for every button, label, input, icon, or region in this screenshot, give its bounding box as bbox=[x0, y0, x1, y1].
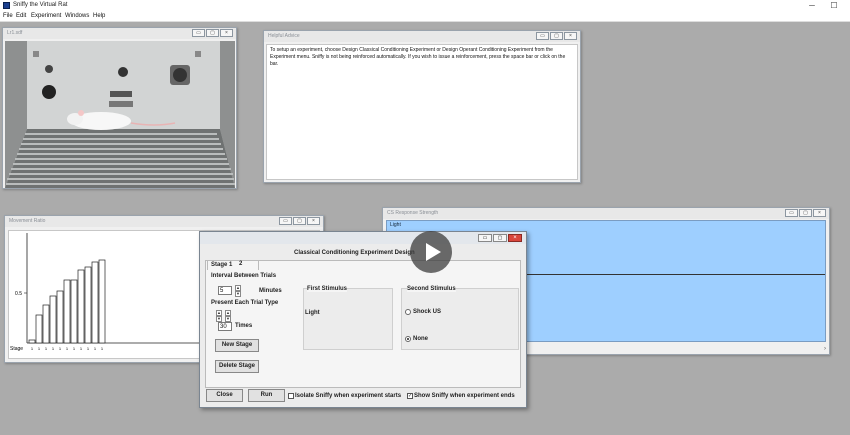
tab-stage-1[interactable]: Stage 1 bbox=[211, 262, 232, 268]
cage-illustration bbox=[5, 41, 235, 188]
isolate-label: Isolate Sniffy when experiment starts bbox=[295, 393, 402, 399]
menu-experiment[interactable]: Experiment bbox=[31, 13, 61, 19]
bar bbox=[63, 279, 71, 344]
bar bbox=[35, 314, 43, 344]
x-tick-label: 1 bbox=[38, 346, 41, 351]
restore-icon[interactable]: ▢ bbox=[206, 29, 219, 37]
times-field[interactable]: 30 bbox=[218, 322, 232, 331]
bar bbox=[42, 304, 50, 344]
close-icon[interactable]: × bbox=[307, 217, 320, 225]
cage-window[interactable]: Lr1.sdf ▭ ▢ × bbox=[2, 27, 237, 189]
advice-window-title: Helpful Advice bbox=[268, 33, 300, 39]
scroll-right-icon[interactable]: › bbox=[824, 346, 826, 352]
menu-edit[interactable]: Edit bbox=[16, 13, 26, 19]
show-checkbox[interactable]: ✓ bbox=[407, 393, 413, 399]
run-button[interactable]: Run bbox=[248, 389, 285, 402]
cs-window-title: CS Response Strength bbox=[387, 210, 439, 216]
bar bbox=[77, 269, 85, 344]
minutes-label: Minutes bbox=[259, 288, 282, 294]
classical-conditioning-dialog[interactable]: ▭ ▢ × Classical Conditioning Experiment … bbox=[199, 231, 527, 408]
menu-windows[interactable]: Windows bbox=[65, 13, 89, 19]
bar bbox=[91, 261, 99, 344]
bar bbox=[28, 339, 36, 344]
x-tick-label: 1 bbox=[59, 346, 62, 351]
close-icon[interactable]: × bbox=[813, 209, 826, 217]
restore-icon[interactable]: ▢ bbox=[550, 32, 563, 40]
helpful-advice-window[interactable]: Helpful Advice ▭ ▢ × To setup an experimen… bbox=[263, 30, 581, 183]
x-tick-label: 1 bbox=[80, 346, 83, 351]
close-icon[interactable]: × bbox=[220, 29, 233, 37]
minimize-button[interactable]: ─ bbox=[800, 0, 824, 12]
dialog-title: Classical Conditioning Experiment Design bbox=[294, 250, 415, 256]
app-icon bbox=[3, 2, 10, 9]
minimize-icon[interactable]: ▭ bbox=[279, 217, 292, 225]
bar bbox=[56, 290, 64, 344]
first-stimulus-value[interactable]: Light bbox=[305, 310, 320, 316]
x-tick-label: 1 bbox=[87, 346, 90, 351]
menu-file[interactable]: File bbox=[3, 13, 13, 19]
close-button[interactable]: Close bbox=[206, 389, 243, 402]
shock-us-label: Shock US bbox=[413, 309, 442, 315]
x-tick-label: 1 bbox=[66, 346, 69, 351]
maximize-button[interactable]: ☐ bbox=[822, 0, 846, 12]
tab-stage-2[interactable]: 2 bbox=[239, 261, 242, 267]
none-radio[interactable] bbox=[405, 336, 411, 342]
bar bbox=[70, 279, 78, 344]
x-tick-label: 1 bbox=[73, 346, 76, 351]
interval-label: Interval Between Trials bbox=[211, 273, 277, 279]
minimize-icon[interactable]: ▭ bbox=[478, 234, 492, 242]
bar bbox=[98, 259, 106, 344]
close-icon[interactable]: × bbox=[508, 234, 522, 242]
menu-bar: File Edit Experiment Windows Help bbox=[0, 12, 850, 22]
movement-window-titlebar[interactable]: Movement Ratio ▭ ▢ × bbox=[5, 216, 323, 227]
none-label: None bbox=[413, 336, 428, 342]
dialog-titlebar[interactable]: ▭ ▢ × bbox=[200, 232, 526, 244]
shock-us-radio[interactable] bbox=[405, 309, 411, 315]
cs-window-titlebar[interactable]: CS Response Strength ▭ ▢ × bbox=[383, 208, 829, 219]
y-tick-label: 0.5 bbox=[15, 291, 22, 297]
first-stimulus-title: First Stimulus bbox=[307, 286, 348, 292]
bar bbox=[84, 266, 92, 344]
movement-window-title: Movement Ratio bbox=[9, 218, 46, 224]
x-axis-label: Stage bbox=[10, 346, 23, 352]
rat-cage-view bbox=[5, 41, 235, 188]
interval-field[interactable]: 5 bbox=[218, 286, 232, 295]
restore-icon[interactable]: ▢ bbox=[799, 209, 812, 217]
restore-icon[interactable]: ▢ bbox=[293, 217, 306, 225]
times-label: Times bbox=[235, 323, 253, 329]
isolate-checkbox[interactable] bbox=[288, 393, 294, 399]
cage-window-title: Lr1.sdf bbox=[7, 30, 23, 36]
x-tick-label: 1 bbox=[45, 346, 48, 351]
app-title: Sniffy the Virtual Rat bbox=[13, 2, 68, 8]
minimize-icon[interactable]: ▭ bbox=[785, 209, 798, 217]
cs-light-tab[interactable]: Light bbox=[390, 222, 401, 228]
interval-down-icon[interactable]: ▼ bbox=[235, 291, 241, 297]
menu-help[interactable]: Help bbox=[93, 13, 105, 19]
play-button[interactable] bbox=[410, 231, 452, 273]
new-stage-button[interactable]: New Stage bbox=[215, 339, 259, 352]
present-label: Present Each Trial Type bbox=[211, 300, 279, 306]
play-icon bbox=[426, 243, 441, 261]
minimize-icon[interactable]: ▭ bbox=[192, 29, 205, 37]
bar bbox=[49, 295, 57, 344]
advice-text: To setup an experiment, choose Design Cl… bbox=[266, 44, 578, 180]
cage-window-titlebar[interactable]: Lr1.sdf ▭ ▢ × bbox=[3, 28, 236, 39]
minimize-icon[interactable]: ▭ bbox=[536, 32, 549, 40]
first-stimulus-panel bbox=[303, 288, 393, 350]
x-tick-label: 1 bbox=[94, 346, 97, 351]
delete-stage-button[interactable]: Delete Stage bbox=[215, 360, 259, 373]
second-stimulus-title: Second Stimulus bbox=[407, 286, 456, 292]
show-label: Show Sniffy when experiment ends bbox=[414, 393, 515, 399]
advice-window-titlebar[interactable]: Helpful Advice ▭ ▢ × bbox=[264, 31, 580, 42]
restore-icon[interactable]: ▢ bbox=[493, 234, 507, 242]
x-tick-label: 1 bbox=[101, 346, 104, 351]
app-title-bar: Sniffy the Virtual Rat ─ ☐ bbox=[0, 0, 850, 12]
x-tick-label: 1 bbox=[52, 346, 55, 351]
x-tick-label: 1 bbox=[31, 346, 34, 351]
close-icon[interactable]: × bbox=[564, 32, 577, 40]
